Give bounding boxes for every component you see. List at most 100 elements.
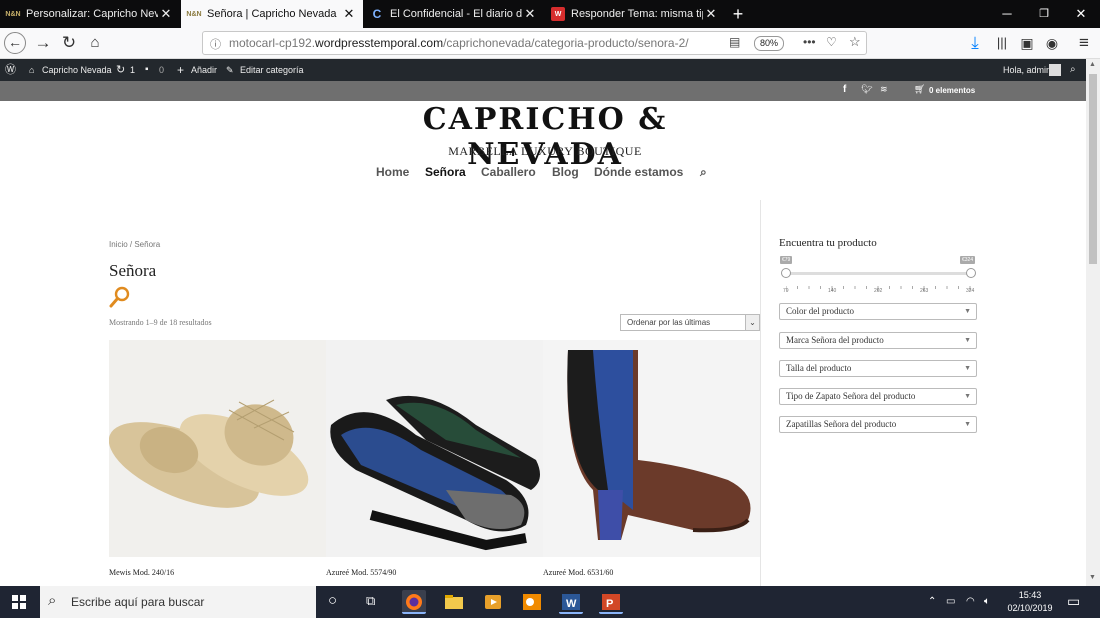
filter-tipo-zapato[interactable]: Tipo de Zapato Señora del producto ▼ xyxy=(779,388,977,405)
file-explorer-taskbar-icon[interactable] xyxy=(442,590,466,614)
wp-admin-bar: Ⓦ ⌂ Capricho Nevada ↻ 1 ▪ 0 + Añadir ✎ E… xyxy=(0,59,1086,81)
price-tick-label: 324 xyxy=(966,288,975,294)
rss-icon[interactable]: ≋ xyxy=(880,84,888,95)
price-tick-label: 202 xyxy=(874,288,883,294)
admin-greeting[interactable]: Hola, admin xyxy=(1003,59,1051,81)
pocket-icon[interactable]: ♡ xyxy=(826,35,837,49)
admin-edit-category-link[interactable]: Editar categoría xyxy=(240,59,304,81)
cart-count[interactable]: 0 elementos xyxy=(929,86,975,95)
scroll-up-icon[interactable]: ▲ xyxy=(1089,61,1096,68)
product-name-1[interactable]: Mewis Mod. 240/16 xyxy=(109,568,174,577)
edit-pencil-icon: ✎ xyxy=(226,65,234,75)
minimize-window-icon[interactable]: ─ xyxy=(990,0,1024,28)
filter-label: Talla del producto xyxy=(786,363,852,373)
chevron-down-icon: ▼ xyxy=(964,307,971,315)
scroll-down-icon[interactable]: ▼ xyxy=(1089,574,1096,581)
tray-chevron-up-icon[interactable]: ⌃ xyxy=(928,596,936,607)
breadcrumb[interactable]: Inicio / Señora xyxy=(109,240,160,249)
product-image-boot[interactable] xyxy=(543,340,760,557)
admin-add-link[interactable]: Añadir xyxy=(191,59,217,81)
site-search-icon[interactable]: ⌕ xyxy=(700,165,707,180)
close-tab-icon[interactable]: ✕ xyxy=(158,6,174,22)
library-icon[interactable]: ||| xyxy=(990,32,1014,54)
updates-icon[interactable]: ↻ xyxy=(116,59,125,81)
twitter-icon[interactable]: 🐦︎ xyxy=(861,84,872,95)
site-logo[interactable]: CAPRICHO & NEVADA xyxy=(384,102,706,172)
price-slider-max-handle[interactable] xyxy=(966,268,976,278)
tab-personalizar[interactable]: N&N Personalizar: Capricho Nevada ✕ xyxy=(0,0,180,28)
filter-talla[interactable]: Talla del producto ▼ xyxy=(779,360,977,377)
zoom-level-badge[interactable]: 80% xyxy=(754,36,784,51)
close-tab-icon[interactable]: ✕ xyxy=(341,6,357,22)
reader-view-icon[interactable]: ▤ xyxy=(729,35,740,49)
site-top-strip: f 🐦︎ ≋ 🛒︎ 0 elementos xyxy=(0,81,1086,101)
wordpress-logo-icon[interactable]: Ⓦ xyxy=(5,59,16,81)
menu-item-home[interactable]: Home xyxy=(376,165,409,179)
volume-icon[interactable]: 🔈︎ xyxy=(984,596,990,607)
downloads-icon[interactable]: ⤓ xyxy=(963,32,987,54)
address-bar[interactable]: ⓘ motocarl-cp192.wordpresstemporal.com/c… xyxy=(202,31,867,55)
url-text[interactable]: motocarl-cp192.wordpresstemporal.com/cap… xyxy=(229,36,689,50)
battery-icon[interactable]: ▭ xyxy=(946,596,955,607)
tab-responder-tema[interactable]: W Responder Tema: misma tipogr ✕ xyxy=(545,0,725,28)
site-favicon-icon: N&N xyxy=(186,10,202,18)
menu-item-senora[interactable]: Señora xyxy=(425,165,466,179)
new-tab-button[interactable]: + xyxy=(725,0,751,28)
windows-start-icon[interactable] xyxy=(12,595,26,609)
task-view-icon[interactable]: ⧉ xyxy=(366,593,375,609)
cart-icon[interactable]: 🛒︎ xyxy=(914,84,925,95)
info-icon[interactable]: ⓘ xyxy=(210,36,221,52)
taskbar-search-box[interactable]: ⌕ Escribe aquí para buscar xyxy=(40,586,316,618)
product-image-slipper[interactable] xyxy=(109,340,326,557)
price-tick-label: 263 xyxy=(920,288,929,294)
product-name-2[interactable]: Azureé Mod. 5574/90 xyxy=(326,568,396,577)
tab-el-confidencial[interactable]: C El Confidencial - El diario de los ✕ xyxy=(364,0,544,28)
admin-site-link[interactable]: Capricho Nevada xyxy=(42,59,112,81)
powerpoint-taskbar-icon[interactable]: P xyxy=(599,590,623,614)
comments-count[interactable]: 0 xyxy=(159,59,164,81)
facebook-icon[interactable]: f xyxy=(843,84,846,95)
reload-icon[interactable]: ↻ xyxy=(57,32,81,54)
sidebar-icon[interactable]: ▣ xyxy=(1015,32,1039,54)
filter-zapatillas[interactable]: Zapatillas Señora del producto ▼ xyxy=(779,416,977,433)
word-taskbar-icon[interactable]: W xyxy=(559,590,583,614)
filter-color[interactable]: Color del producto ▼ xyxy=(779,303,977,320)
price-slider-min-handle[interactable] xyxy=(781,268,791,278)
filter-marca[interactable]: Marca Señora del producto ▼ xyxy=(779,332,977,349)
menu-item-blog[interactable]: Blog xyxy=(552,165,579,179)
tab-senora[interactable]: N&N Señora | Capricho Nevada ✕ xyxy=(181,0,363,28)
admin-search-icon[interactable]: ⌕ xyxy=(1070,59,1076,81)
home-icon[interactable]: ⌂ xyxy=(83,32,107,54)
product-image-flat-shoe[interactable] xyxy=(326,340,543,557)
filter-label: Tipo de Zapato Señora del producto xyxy=(786,391,916,401)
forward-arrow-icon[interactable]: → xyxy=(31,32,55,54)
price-slider-track[interactable] xyxy=(786,272,971,275)
wifi-icon[interactable]: ◠ xyxy=(966,596,975,607)
close-tab-icon[interactable]: ✕ xyxy=(703,6,719,22)
close-tab-icon[interactable]: ✕ xyxy=(522,6,538,22)
menu-item-caballero[interactable]: Caballero xyxy=(481,165,536,179)
close-window-icon[interactable]: ✕ xyxy=(1064,0,1098,28)
restore-window-icon[interactable]: ❐ xyxy=(1027,0,1061,28)
page-scrollbar[interactable]: ▲ ▼ xyxy=(1086,59,1100,586)
media-player-taskbar-icon[interactable] xyxy=(481,590,505,614)
menu-hamburger-icon[interactable]: ≡ xyxy=(1072,32,1096,54)
bookmark-star-icon[interactable]: ☆ xyxy=(849,34,861,50)
firefox-taskbar-icon[interactable] xyxy=(402,590,426,614)
sort-select[interactable]: Ordenar por las últimas ⌄ xyxy=(620,314,760,331)
taskbar-clock[interactable]: 15:43 02/10/2019 xyxy=(997,589,1063,615)
updates-count[interactable]: 1 xyxy=(130,59,135,81)
cortana-icon[interactable]: ○ xyxy=(328,592,337,609)
admin-avatar[interactable] xyxy=(1049,64,1061,76)
account-icon[interactable]: ◉ xyxy=(1040,32,1064,54)
notifications-icon[interactable]: ▭ xyxy=(1067,593,1080,610)
outlook-taskbar-icon[interactable] xyxy=(520,590,544,614)
page-actions-icon[interactable]: ••• xyxy=(803,35,816,49)
product-name-3[interactable]: Azureé Mod. 6531/60 xyxy=(543,568,613,577)
back-arrow-icon[interactable]: ← xyxy=(4,32,26,54)
comments-icon[interactable]: ▪ xyxy=(145,59,149,81)
menu-item-donde-estamos[interactable]: Dónde estamos xyxy=(594,165,683,179)
page-title: Señora xyxy=(109,261,157,280)
add-new-icon[interactable]: + xyxy=(177,59,184,81)
scrollbar-thumb[interactable] xyxy=(1089,74,1097,264)
